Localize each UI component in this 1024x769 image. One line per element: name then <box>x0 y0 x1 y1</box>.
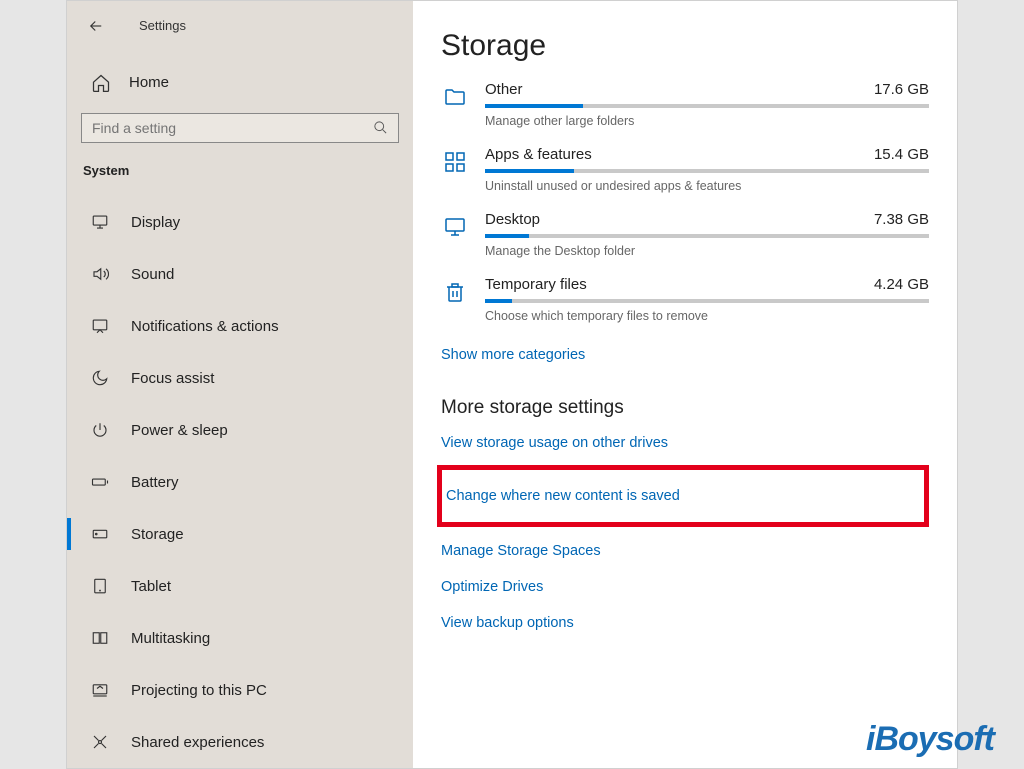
link-optimize-drives[interactable]: Optimize Drives <box>441 569 929 605</box>
main-pane: Storage Other 17.6 GB Manage other large f… <box>413 1 957 768</box>
power-icon <box>89 419 111 441</box>
sidebar-item-notifications-actions[interactable]: Notifications & actions <box>67 300 413 352</box>
storage-bar <box>485 169 929 173</box>
sidebar-item-label: Tablet <box>131 578 171 595</box>
storage-item-other[interactable]: Other 17.6 GB Manage other large folders <box>441 77 929 142</box>
storage-item-temporary-files[interactable]: Temporary files 4.24 GB Choose which tempo… <box>441 272 929 337</box>
storage-item-size: 15.4 GB <box>874 146 929 163</box>
sidebar-item-projecting-to-this-pc[interactable]: Projecting to this PC <box>67 664 413 716</box>
window-title: Settings <box>139 18 186 33</box>
storage-item-apps-features[interactable]: Apps & features 15.4 GB Uninstall unused o… <box>441 142 929 207</box>
settings-window: Settings Home System Display Sound Notific… <box>66 0 958 769</box>
home-button[interactable]: Home <box>67 61 413 105</box>
storage-item-desc: Uninstall unused or undesired apps & fea… <box>485 179 929 193</box>
folder-icon <box>441 83 469 111</box>
moon-icon <box>89 367 111 389</box>
topbar: Settings <box>67 9 413 43</box>
sidebar-item-label: Power & sleep <box>131 422 228 439</box>
monitor-icon <box>89 211 111 233</box>
highlight-box: Change where new content is saved <box>437 465 929 527</box>
page-title: Storage <box>441 29 929 63</box>
sidebar-item-label: Notifications & actions <box>131 318 279 335</box>
sidebar-item-display[interactable]: Display <box>67 196 413 248</box>
search-icon <box>373 120 388 135</box>
back-arrow-icon[interactable] <box>87 17 115 35</box>
search-box[interactable] <box>81 113 399 143</box>
project-icon <box>89 679 111 701</box>
multitask-icon <box>89 627 111 649</box>
sidebar-item-multitasking[interactable]: Multitasking <box>67 612 413 664</box>
sidebar-item-shared-experiences[interactable]: Shared experiences <box>67 716 413 768</box>
sidebar-item-storage[interactable]: Storage <box>67 508 413 560</box>
link-view-storage-usage-on-other-drives[interactable]: View storage usage on other drives <box>441 425 929 461</box>
shared-icon <box>89 731 111 753</box>
storage-bar <box>485 104 929 108</box>
storage-item-desc: Choose which temporary files to remove <box>485 309 929 323</box>
sidebar-item-label: Multitasking <box>131 630 210 647</box>
sound-icon <box>89 263 111 285</box>
storage-bar <box>485 299 929 303</box>
sidebar-item-label: Storage <box>131 526 184 543</box>
apps-icon <box>441 148 469 176</box>
sidebar-item-battery[interactable]: Battery <box>67 456 413 508</box>
sidebar-item-label: Projecting to this PC <box>131 682 267 699</box>
storage-icon <box>89 523 111 545</box>
home-icon <box>89 71 113 95</box>
desktop-icon <box>441 213 469 241</box>
nav-list: Display Sound Notifications & actions Focus… <box>67 196 413 768</box>
sidebar-item-tablet[interactable]: Tablet <box>67 560 413 612</box>
show-more-link[interactable]: Show more categories <box>441 337 929 373</box>
sidebar-item-label: Display <box>131 214 180 231</box>
storage-item-name: Desktop <box>485 211 540 228</box>
sidebar-item-label: Shared experiences <box>131 734 264 751</box>
storage-item-desc: Manage the Desktop folder <box>485 244 929 258</box>
battery-icon <box>89 471 111 493</box>
link-view-backup-options[interactable]: View backup options <box>441 605 929 641</box>
notification-icon <box>89 315 111 337</box>
tablet-icon <box>89 575 111 597</box>
storage-item-name: Apps & features <box>485 146 592 163</box>
link-change-where-new-content-is-saved[interactable]: Change where new content is saved <box>446 478 914 514</box>
sidebar-item-sound[interactable]: Sound <box>67 248 413 300</box>
storage-item-size: 4.24 GB <box>874 276 929 293</box>
more-links: View storage usage on other drives Change… <box>441 425 929 641</box>
more-settings-heading: More storage settings <box>441 397 929 419</box>
sidebar-item-label: Battery <box>131 474 179 491</box>
sidebar: Settings Home System Display Sound Notific… <box>67 1 413 768</box>
storage-item-desktop[interactable]: Desktop 7.38 GB Manage the Desktop folder <box>441 207 929 272</box>
section-label: System <box>67 153 413 196</box>
storage-item-desc: Manage other large folders <box>485 114 929 128</box>
storage-bar <box>485 234 929 238</box>
sidebar-item-label: Sound <box>131 266 174 283</box>
storage-item-name: Other <box>485 81 523 98</box>
sidebar-item-power-sleep[interactable]: Power & sleep <box>67 404 413 456</box>
storage-item-name: Temporary files <box>485 276 587 293</box>
storage-item-size: 17.6 GB <box>874 81 929 98</box>
link-manage-storage-spaces[interactable]: Manage Storage Spaces <box>441 533 929 569</box>
search-input[interactable] <box>92 120 373 136</box>
sidebar-item-focus-assist[interactable]: Focus assist <box>67 352 413 404</box>
watermark-logo: iBoysoft <box>866 720 994 759</box>
trash-icon <box>441 278 469 306</box>
home-label: Home <box>129 74 169 91</box>
storage-list: Other 17.6 GB Manage other large folders Ap… <box>441 77 929 337</box>
storage-item-size: 7.38 GB <box>874 211 929 228</box>
sidebar-item-label: Focus assist <box>131 370 214 387</box>
